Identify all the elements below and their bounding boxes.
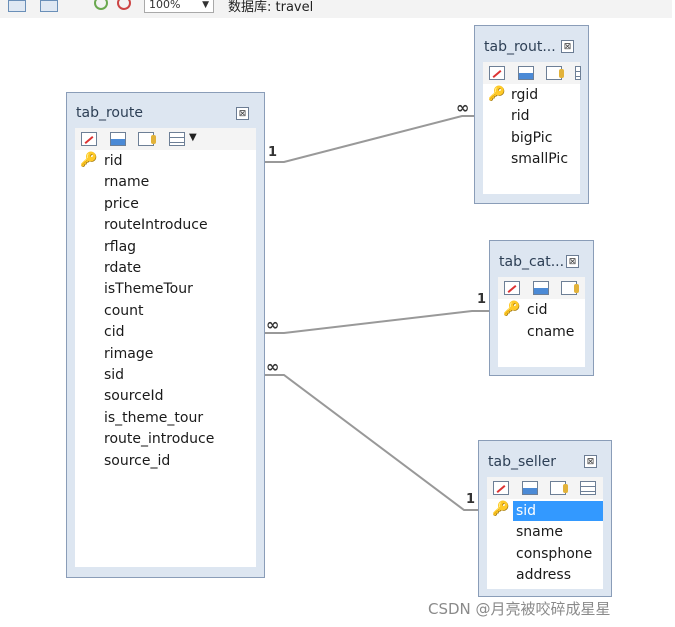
field-cid[interactable]: cid xyxy=(104,324,124,340)
field-isthemetour[interactable]: isThemeTour xyxy=(104,281,193,297)
field-is-theme-tour[interactable]: is_theme_tour xyxy=(104,410,203,426)
field-cid[interactable]: cid xyxy=(527,302,547,318)
key-table-icon[interactable] xyxy=(546,66,564,80)
cardinality-route-seller-to: 1 xyxy=(466,492,476,507)
primary-key-icon: 🔑 xyxy=(488,86,506,102)
field-source-id[interactable]: source_id xyxy=(104,453,170,469)
table-body: 🔑 rgid rid bigPic smallPic xyxy=(483,62,581,194)
close-icon[interactable]: ⊠ xyxy=(584,455,597,468)
table-body: ▼ 🔑 rid rname price routeIntroduce rflag rdat… xyxy=(75,128,256,567)
field-consphone[interactable]: consphone xyxy=(516,546,592,562)
key-table-icon[interactable] xyxy=(138,132,156,146)
cardinality-route-category-to: 1 xyxy=(477,292,487,307)
table-toolbar xyxy=(483,62,581,84)
edit-table-icon[interactable] xyxy=(81,132,97,146)
field-rid[interactable]: rid xyxy=(104,153,123,169)
primary-key-icon: 🔑 xyxy=(80,152,98,168)
field-smallpic[interactable]: smallPic xyxy=(511,151,568,167)
field-routeintroduce[interactable]: routeIntroduce xyxy=(104,217,208,233)
table-tab-seller[interactable]: tab_seller ⊠ 🔑 sid sname consphone address xyxy=(478,440,612,597)
field-rdate[interactable]: rdate xyxy=(104,260,141,276)
grid-table-icon[interactable] xyxy=(575,66,581,80)
cardinality-route-seller-from: ∞ xyxy=(266,357,280,376)
cardinality-route-img-from: 1 xyxy=(268,145,278,160)
table-title: tab_cat... xyxy=(499,254,565,270)
table-body: 🔑 sid sname consphone address xyxy=(487,477,603,589)
field-rimage[interactable]: rimage xyxy=(104,346,153,362)
field-route-introduce[interactable]: route_introduce xyxy=(104,431,214,447)
field-address[interactable]: address xyxy=(516,567,571,583)
table-toolbar: ▼ xyxy=(75,128,256,150)
table-title: tab_route xyxy=(76,105,143,121)
edit-table-icon[interactable] xyxy=(493,481,509,495)
relation-line-route-seller xyxy=(263,374,480,511)
grid-table-icon[interactable] xyxy=(580,481,596,495)
chevron-down-icon[interactable]: ▼ xyxy=(189,132,197,143)
edit-table-icon[interactable] xyxy=(489,66,505,80)
relation-line-route-img xyxy=(263,115,476,163)
grid-table-icon[interactable] xyxy=(169,132,185,146)
edit-table-icon[interactable] xyxy=(504,281,520,295)
key-table-icon[interactable] xyxy=(561,281,579,295)
field-rgid[interactable]: rgid xyxy=(511,87,538,103)
key-table-icon[interactable] xyxy=(550,481,568,495)
table-body: 🔑 cid cname xyxy=(498,277,585,367)
design-table-icon[interactable] xyxy=(518,66,534,80)
cardinality-route-img-to: ∞ xyxy=(456,98,470,117)
close-icon[interactable]: ⊠ xyxy=(561,40,574,53)
design-table-icon[interactable] xyxy=(110,132,126,146)
field-price[interactable]: price xyxy=(104,196,139,212)
relation-line-route-category xyxy=(263,310,490,334)
table-toolbar xyxy=(498,277,585,299)
field-count[interactable]: count xyxy=(104,303,144,319)
watermark: CSDN @月亮被咬碎成星星 xyxy=(428,600,611,618)
key-icon: 🔑 xyxy=(492,501,510,517)
field-sid[interactable]: sid xyxy=(104,367,124,383)
close-icon[interactable]: ⊠ xyxy=(566,255,579,268)
table-tab-route[interactable]: tab_route ⊠ ▼ 🔑 rid rname price routeIntrod… xyxy=(66,92,265,578)
table-title: tab_rout... xyxy=(484,39,556,55)
field-sname[interactable]: sname xyxy=(516,524,563,540)
design-table-icon[interactable] xyxy=(522,481,538,495)
field-sourceid[interactable]: sourceId xyxy=(104,388,164,404)
table-tab-route-img[interactable]: tab_rout... ⊠ 🔑 rgid rid bigPic smallPic xyxy=(474,25,589,204)
table-title: tab_seller xyxy=(488,454,557,470)
field-bigpic[interactable]: bigPic xyxy=(511,130,552,146)
table-toolbar xyxy=(487,477,603,499)
design-table-icon[interactable] xyxy=(533,281,549,295)
field-cname[interactable]: cname xyxy=(527,324,574,340)
field-sid[interactable]: sid xyxy=(516,503,536,519)
field-rname[interactable]: rname xyxy=(104,174,149,190)
field-rid[interactable]: rid xyxy=(511,108,530,124)
close-icon[interactable]: ⊠ xyxy=(236,107,249,120)
field-rflag[interactable]: rflag xyxy=(104,239,136,255)
cardinality-route-category-from: ∞ xyxy=(266,315,280,334)
primary-key-icon: 🔑 xyxy=(503,301,521,317)
table-tab-category[interactable]: tab_cat... ⊠ 🔑 cid cname xyxy=(489,240,594,376)
